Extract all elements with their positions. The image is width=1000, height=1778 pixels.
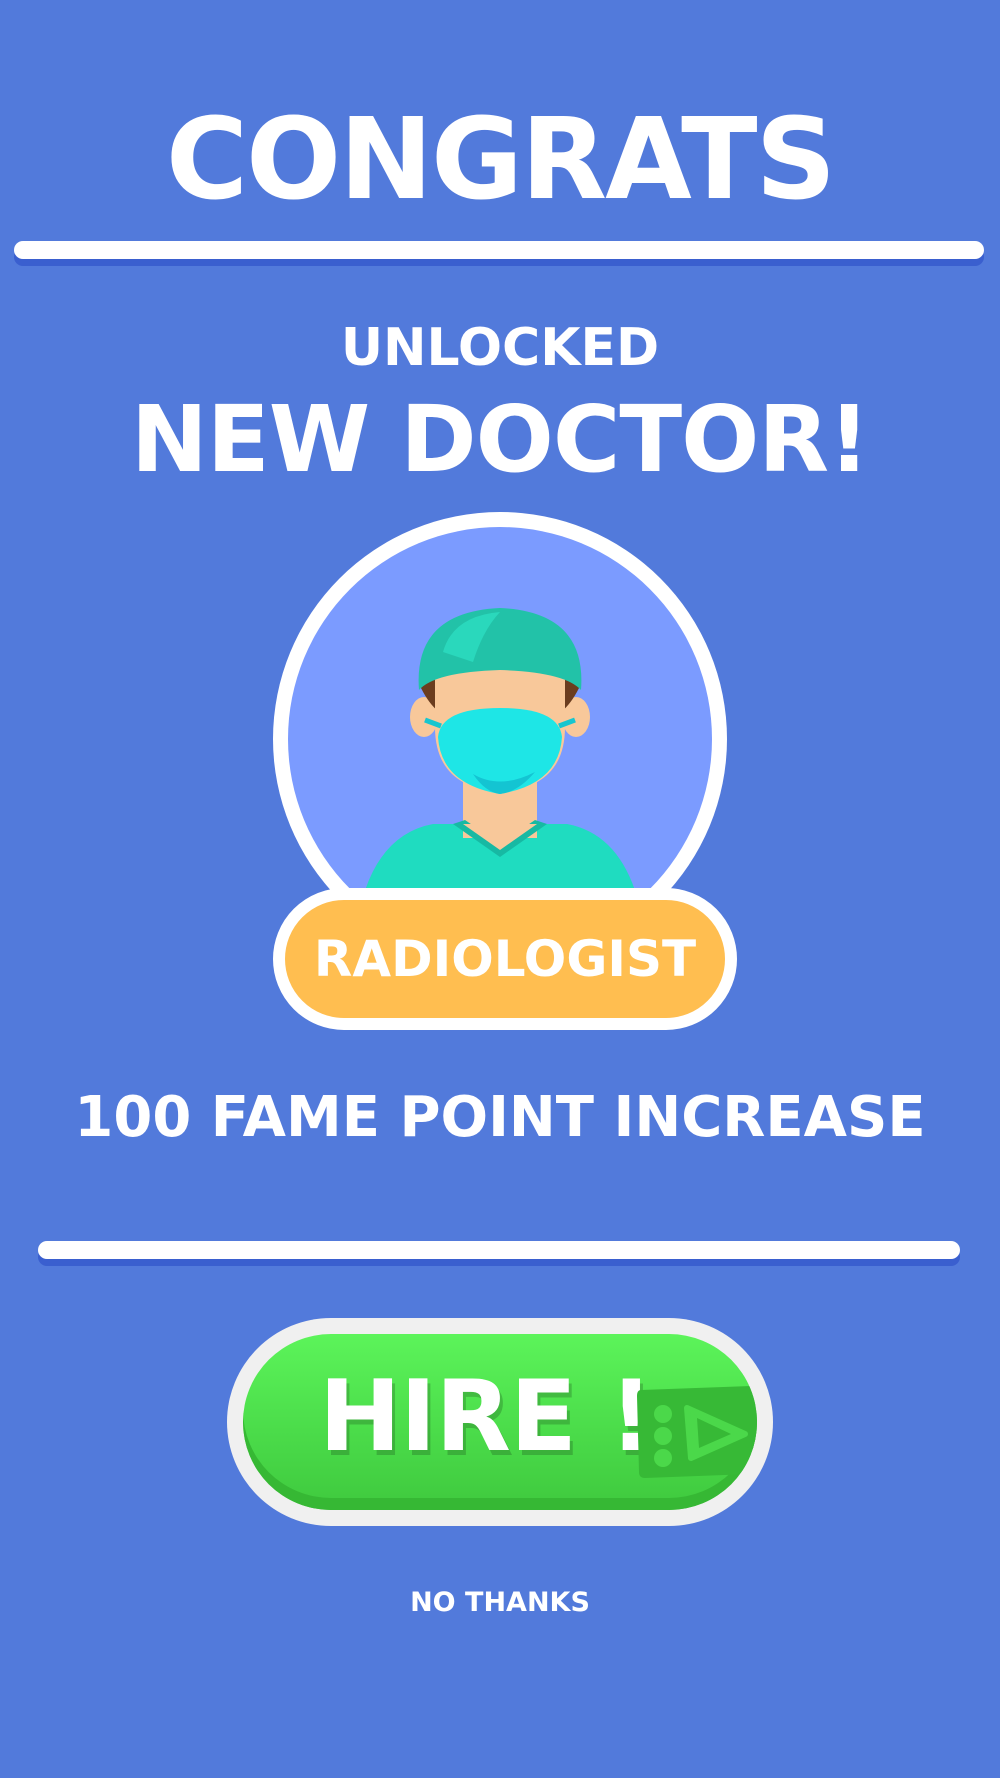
- hire-button-label: HIRE !: [319, 1360, 654, 1474]
- new-doctor-headline: NEW DOCTOR!: [130, 386, 870, 493]
- top-divider: [14, 241, 984, 259]
- role-badge: RADIOLOGIST: [273, 888, 737, 1030]
- unlocked-label: UNLOCKED: [340, 318, 660, 378]
- hire-button[interactable]: HIRE !: [227, 1318, 773, 1526]
- hire-button-face[interactable]: HIRE !: [243, 1334, 757, 1510]
- no-thanks-link[interactable]: NO THANKS: [0, 1586, 1000, 1620]
- fame-reward-text: 100 FAME POINT INCREASE: [74, 1085, 926, 1150]
- bottom-divider: [38, 1241, 960, 1259]
- video-play-icon: [633, 1384, 757, 1480]
- congrats-title: CONGRATS: [165, 95, 836, 225]
